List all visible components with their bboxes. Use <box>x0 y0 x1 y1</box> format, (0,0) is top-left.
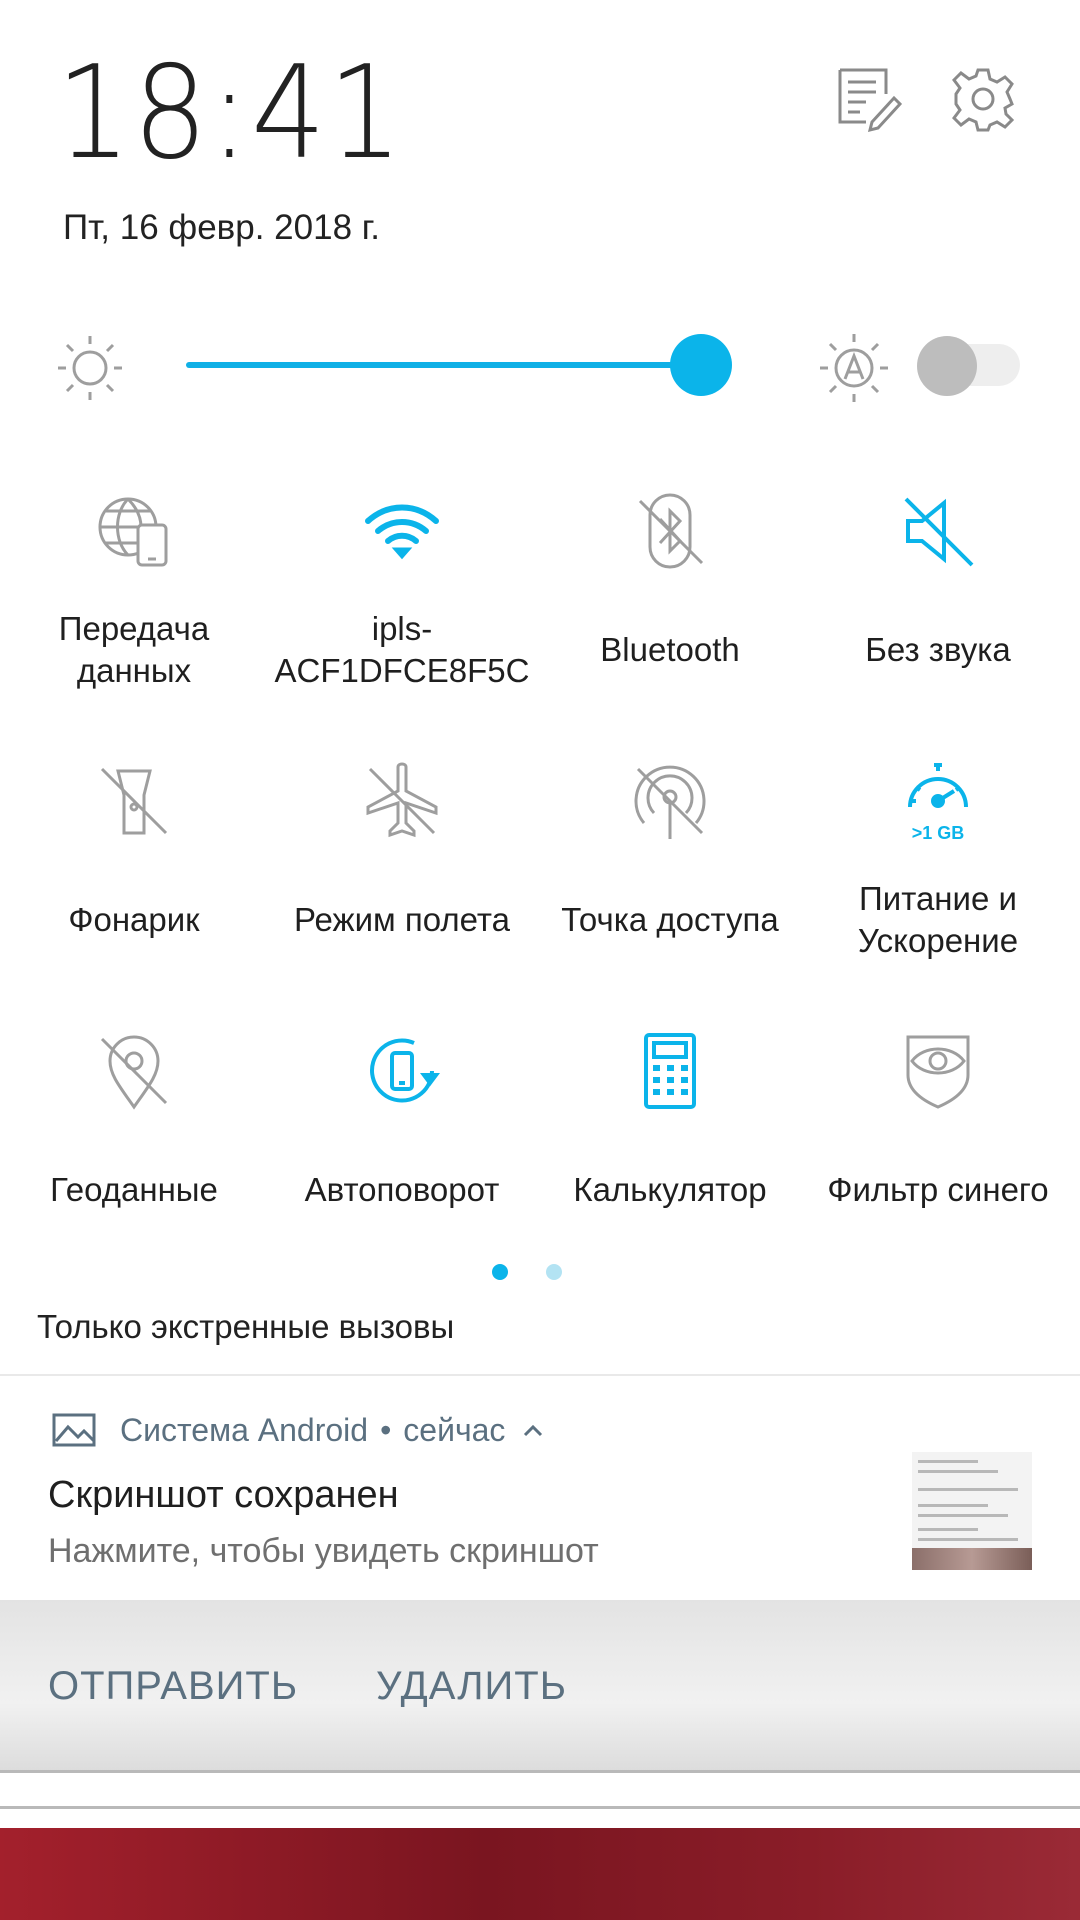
notification-title[interactable]: Скриншот сохранен <box>48 1474 399 1517</box>
speedometer-icon: >1 GB <box>898 761 978 843</box>
page-dot-active[interactable] <box>492 1264 508 1280</box>
tile-label: Без звука <box>865 631 1011 668</box>
tile-label: Bluetooth <box>600 631 740 668</box>
tile-auto-rotate[interactable]: Автоповорот <box>268 1015 536 1275</box>
divider <box>0 1374 1080 1376</box>
tile-flashlight[interactable]: Фонарик <box>0 745 268 1005</box>
edit-list-icon[interactable] <box>832 64 903 134</box>
airplane-off-icon <box>362 761 442 841</box>
chevron-up-icon[interactable] <box>521 1422 545 1438</box>
screenshot-thumbnail[interactable] <box>912 1452 1032 1570</box>
send-button[interactable]: ОТПРАВИТЬ <box>48 1664 298 1709</box>
tile-label: Фонарик <box>68 901 200 938</box>
location-off-icon <box>94 1031 174 1111</box>
notification-separator: • <box>380 1411 392 1448</box>
clock[interactable]: 18:41 <box>56 50 405 178</box>
delete-button[interactable]: УДАЛИТЬ <box>376 1664 567 1709</box>
page-dot[interactable] <box>546 1264 562 1280</box>
tile-label: Автоповорот <box>304 1171 500 1208</box>
tile-airplane[interactable]: Режим полета <box>268 745 536 1005</box>
brightness-low-icon <box>52 330 128 406</box>
hotspot-off-icon <box>630 761 710 841</box>
eye-shield-icon <box>898 1031 978 1111</box>
divider <box>0 1806 1080 1809</box>
wifi-icon <box>362 491 442 571</box>
flashlight-off-icon <box>94 761 174 841</box>
brightness-slider-thumb[interactable] <box>670 334 732 396</box>
tile-label: Питание и Ускорение <box>857 880 1019 959</box>
brightness-slider[interactable] <box>186 362 700 368</box>
tile-wifi[interactable]: ipls- ACF1DFCE8F5C <box>268 475 536 735</box>
auto-rotate-icon <box>362 1031 442 1111</box>
tile-label: Калькулятор <box>573 1171 767 1208</box>
wallpaper-strip <box>0 1828 1080 1920</box>
tile-hotspot[interactable]: Точка доступа <box>536 745 804 1005</box>
tile-label: Геоданные <box>50 1171 218 1208</box>
notification-header[interactable]: Система Android • сейчас <box>52 1406 545 1454</box>
notification-time: сейчас <box>403 1411 506 1448</box>
notification-actions: ОТПРАВИТЬ УДАЛИТЬ <box>0 1600 1080 1772</box>
image-icon <box>52 1413 96 1447</box>
bluetooth-off-icon <box>630 491 710 571</box>
tile-bluetooth[interactable]: Bluetooth <box>536 475 804 735</box>
mute-icon <box>898 491 978 571</box>
calculator-icon <box>630 1031 710 1111</box>
tile-silent[interactable]: Без звука <box>804 475 1072 735</box>
tile-label: Точка доступа <box>561 901 779 938</box>
tile-label: ipls- ACF1DFCE8F5C <box>274 610 530 689</box>
auto-brightness-toggle-thumb[interactable] <box>917 336 977 396</box>
tile-power-boost[interactable]: >1 GB Питание и Ускорение <box>804 745 1072 1005</box>
mobile-data-icon <box>94 491 174 571</box>
emergency-calls-only: Только экстренные вызовы <box>37 1308 455 1345</box>
date[interactable]: Пт, 16 февр. 2018 г. <box>63 208 380 248</box>
boost-sub-label: >1 GB <box>912 823 965 841</box>
auto-brightness-icon <box>816 330 892 406</box>
tile-label: Фильтр синего <box>827 1171 1049 1208</box>
divider <box>0 1770 1080 1773</box>
tile-label: Режим полета <box>293 901 510 938</box>
gear-icon[interactable] <box>948 64 1018 134</box>
tile-blue-light-filter[interactable]: Фильтр синего <box>804 1015 1072 1275</box>
notification-app-name: Система Android <box>120 1411 369 1448</box>
tile-label: Передача данных <box>58 610 210 689</box>
tile-mobile-data[interactable]: Передача данных <box>0 475 268 735</box>
notification-body[interactable]: Нажмите, чтобы увидеть скриншот <box>48 1532 599 1571</box>
tile-location[interactable]: Геоданные <box>0 1015 268 1275</box>
tile-calculator[interactable]: Калькулятор <box>536 1015 804 1275</box>
